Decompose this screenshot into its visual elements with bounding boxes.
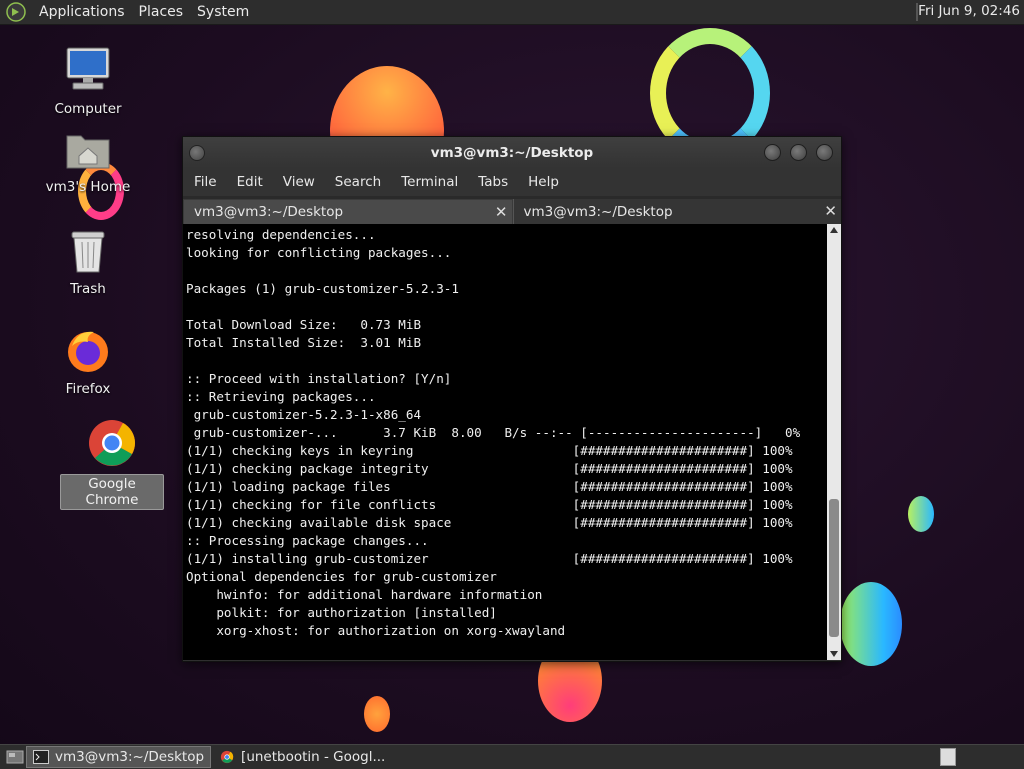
menu-tabs[interactable]: Tabs: [468, 174, 518, 190]
minimize-button[interactable]: [764, 144, 781, 161]
desktop-icon-label: Computer: [54, 101, 122, 117]
workspace-switcher[interactable]: [940, 748, 956, 766]
trash-icon: [71, 231, 105, 273]
desktop-icon-trash[interactable]: Trash: [38, 228, 138, 298]
terminal-menubar: File Edit View Search Terminal Tabs Help: [183, 168, 841, 196]
home-folder-icon: [66, 135, 110, 169]
window-menu-button[interactable]: [189, 145, 205, 161]
terminal-line: (1/1) checking for file conflicts [#####…: [186, 497, 793, 512]
tab-label: vm3@vm3:~/Desktop: [194, 204, 344, 220]
terminal-line: (1/1) loading package files [###########…: [186, 479, 793, 494]
desktop-icon-label: Google Chrome: [60, 474, 164, 510]
desktop-icon-label: Firefox: [65, 381, 111, 397]
menu-edit[interactable]: Edit: [227, 174, 273, 190]
chrome-icon: [220, 750, 234, 764]
window-title: vm3@vm3:~/Desktop: [430, 144, 594, 161]
terminal-line: xorg-xhost: for authorization on xorg-xw…: [186, 623, 566, 638]
wallpaper-small-orange-blob: [364, 696, 390, 732]
top-panel: Applications Places System Fri Jun 9, 02…: [0, 0, 1024, 25]
chrome-icon: [89, 420, 135, 466]
scroll-down-icon[interactable]: [830, 651, 838, 657]
window-titlebar[interactable]: vm3@vm3:~/Desktop: [183, 137, 841, 168]
terminal-line: (1/1) checking available disk space [###…: [186, 515, 793, 530]
places-menu[interactable]: Places: [132, 4, 191, 20]
terminal-tabs: vm3@vm3:~/Desktop ✕ vm3@vm3:~/Desktop ✕: [183, 196, 841, 224]
computer-icon: [66, 47, 110, 90]
terminal-line: Total Download Size: 0.73 MiB: [186, 317, 422, 332]
close-tab-icon[interactable]: ✕: [495, 203, 508, 221]
menu-help[interactable]: Help: [518, 174, 569, 190]
desktop-icon-firefox[interactable]: Firefox: [38, 326, 138, 398]
taskbar-item-label: vm3@vm3:~/Desktop: [55, 749, 205, 765]
scrollbar-thumb[interactable]: [829, 499, 839, 637]
menu-search[interactable]: Search: [325, 174, 391, 190]
terminal-line: (1/1) installing grub-customizer [######…: [186, 551, 793, 566]
terminal-line: (1/1) checking keys in keyring [########…: [186, 443, 793, 458]
mate-logo-icon[interactable]: [6, 2, 26, 22]
firefox-icon: [68, 331, 108, 372]
taskbar-item-label: [unetbootin - Googl...: [241, 749, 386, 765]
terminal-line: Total Installed Size: 3.01 MiB: [186, 335, 422, 350]
taskbar-item-chrome[interactable]: [unetbootin - Googl...: [213, 746, 391, 768]
wallpaper-blue-blob: [840, 582, 902, 666]
terminal-line: Optional dependencies for grub-customize…: [186, 569, 497, 584]
terminal-window[interactable]: vm3@vm3:~/Desktop File Edit View Search …: [182, 136, 842, 662]
terminal-line: :: Processing package changes...: [186, 533, 429, 548]
terminal-scrollbar[interactable]: [827, 224, 841, 660]
desktop-icon-home[interactable]: vm3's Home: [38, 128, 138, 196]
terminal-output[interactable]: resolving dependencies... looking for con…: [183, 224, 827, 660]
tab-1[interactable]: vm3@vm3:~/Desktop ✕: [183, 199, 513, 224]
terminal-line: hwinfo: for additional hardware informat…: [186, 587, 543, 602]
system-menu[interactable]: System: [190, 4, 256, 20]
maximize-button[interactable]: [790, 144, 807, 161]
bottom-taskbar: vm3@vm3:~/Desktop [unetbootin - Googl...: [0, 744, 1024, 769]
clock[interactable]: Fri Jun 9, 02:46: [918, 3, 1020, 19]
menu-view[interactable]: View: [273, 174, 325, 190]
terminal-line: looking for conflicting packages...: [186, 245, 452, 260]
close-window-button[interactable]: [816, 144, 833, 161]
show-desktop-icon[interactable]: [6, 748, 24, 766]
menu-terminal[interactable]: Terminal: [391, 174, 468, 190]
tab-label: vm3@vm3:~/Desktop: [523, 203, 673, 220]
terminal-icon: [33, 750, 49, 764]
desktop-icon-google-chrome[interactable]: Google Chrome: [60, 418, 164, 510]
desktop-icon-label: vm3's Home: [45, 179, 131, 195]
desktop-icon-computer[interactable]: Computer: [38, 44, 138, 118]
desktop-icon-label: Trash: [70, 281, 106, 297]
taskbar-item-terminal[interactable]: vm3@vm3:~/Desktop: [26, 746, 212, 768]
close-tab-icon[interactable]: ✕: [824, 202, 837, 220]
terminal-line: :: Proceed with installation? [Y/n]: [186, 371, 452, 386]
tab-2[interactable]: vm3@vm3:~/Desktop ✕: [512, 199, 841, 224]
terminal-line: (1/1) checking package integrity [######…: [186, 461, 793, 476]
terminal-line: resolving dependencies...: [186, 227, 376, 242]
terminal-line: grub-customizer-5.2.3-1-x86_64: [186, 407, 422, 422]
terminal-line: Packages (1) grub-customizer-5.2.3-1: [186, 281, 459, 296]
menu-file[interactable]: File: [183, 174, 227, 190]
scroll-up-icon[interactable]: [830, 227, 838, 233]
wallpaper-teal-blob: [908, 496, 934, 532]
terminal-line: polkit: for authorization [installed]: [186, 605, 497, 620]
applications-menu[interactable]: Applications: [32, 4, 132, 20]
terminal-line: :: Retrieving packages...: [186, 389, 376, 404]
terminal-line: grub-customizer-... 3.7 KiB 8.00 B/s --:…: [186, 425, 801, 440]
